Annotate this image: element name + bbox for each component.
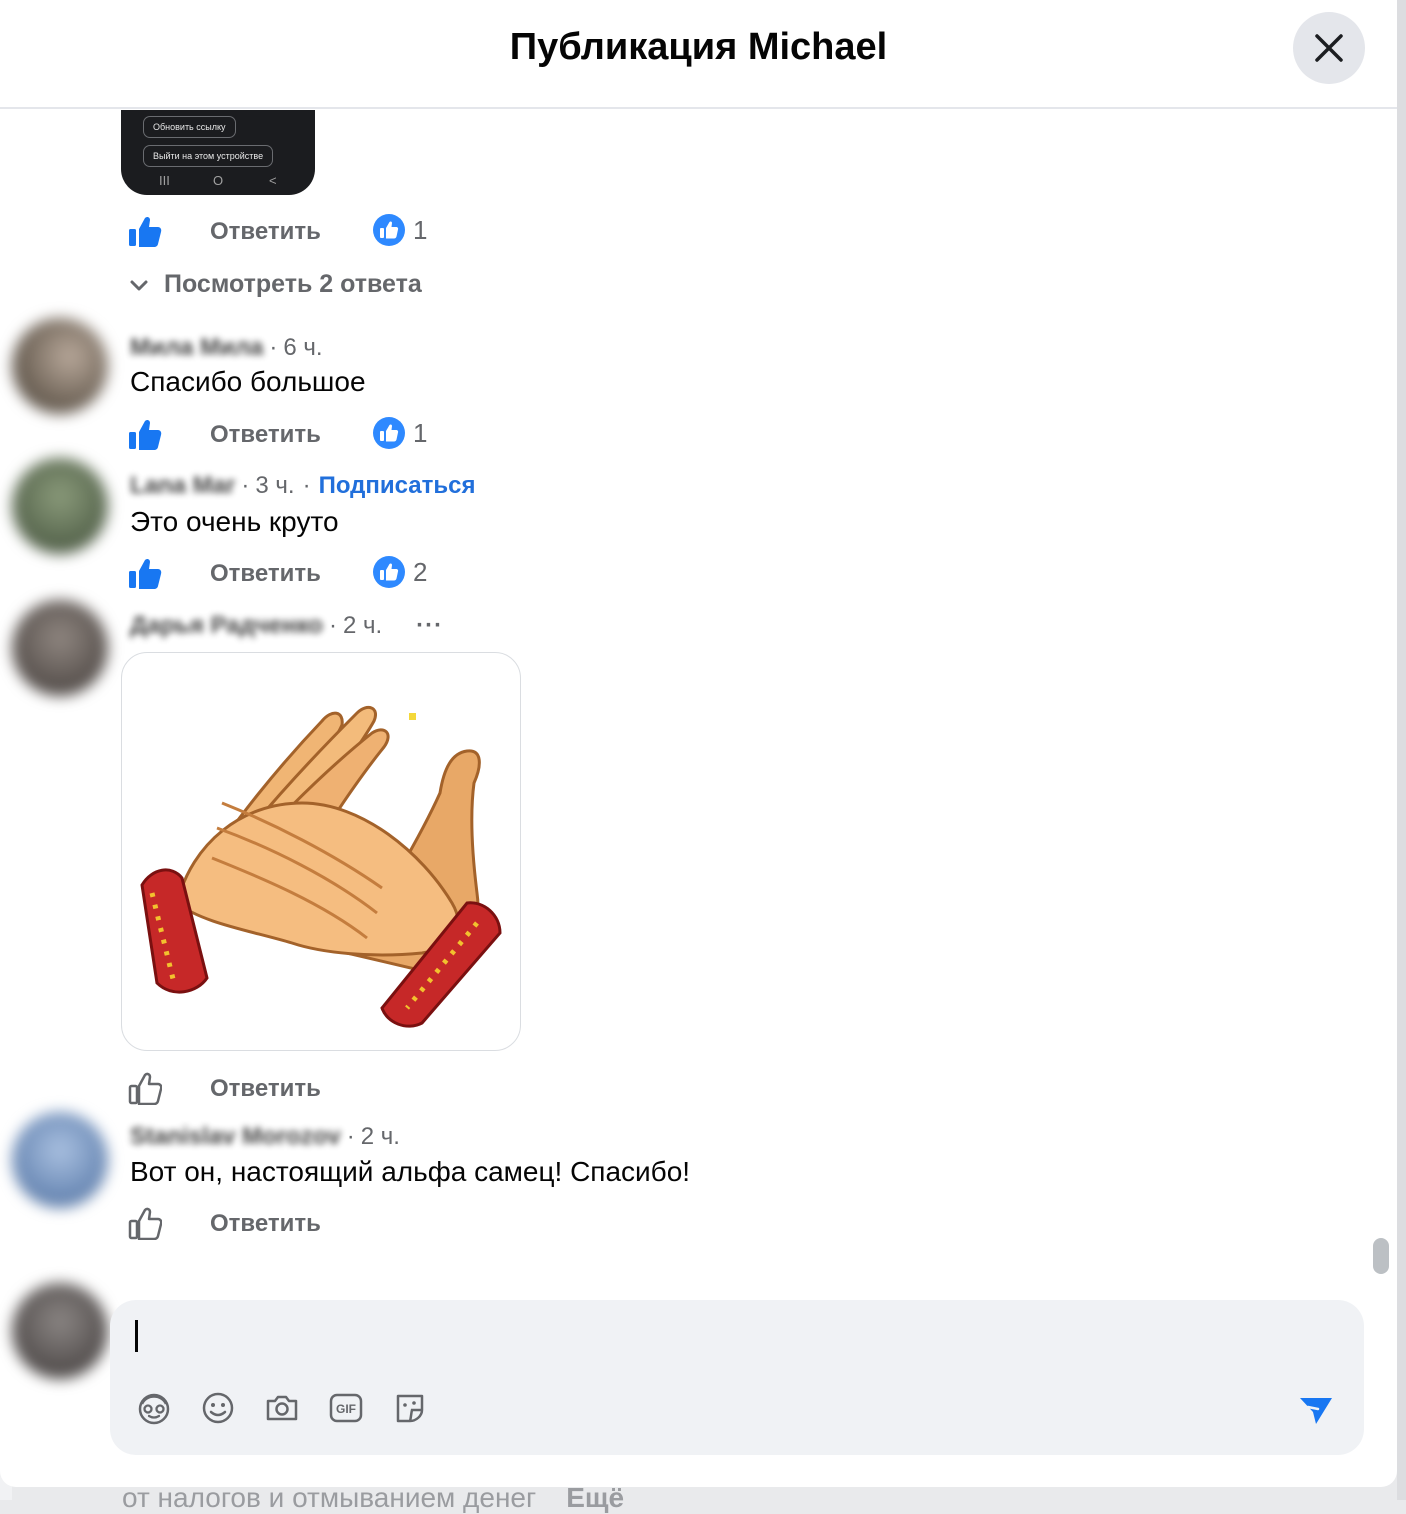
reply-button[interactable]: Ответить: [210, 1210, 321, 1238]
comment-input[interactable]: [140, 1318, 1244, 1356]
follow-link[interactable]: Подписаться: [319, 472, 476, 500]
comment-attached-screenshot[interactable]: Обновить ссылку Выйти на этом устройстве…: [121, 110, 315, 195]
comment-meta: Дарья Радченко · 2 ч. ···: [130, 612, 443, 640]
comment-meta: Stanislav Morozov · 2 ч.: [130, 1123, 400, 1151]
clapping-hands-icon: [140, 705, 502, 1028]
screenshot-button-refresh-link: Обновить ссылку: [143, 116, 236, 138]
current-user-avatar: [12, 1283, 108, 1379]
avatar-sticker-icon[interactable]: [134, 1388, 174, 1428]
like-badge-icon: [380, 424, 399, 442]
comment-author[interactable]: Дарья Радченко: [130, 612, 323, 640]
meta-separator: ·: [328, 612, 337, 639]
text-cursor: [135, 1320, 138, 1352]
comment-time[interactable]: 2 ч.: [361, 1123, 400, 1151]
comment-time[interactable]: 3 ч.: [255, 472, 294, 500]
send-icon[interactable]: [1296, 1390, 1336, 1430]
screenshot-nav-back: <: [269, 173, 277, 188]
reply-button[interactable]: Ответить: [210, 560, 321, 588]
like-filled-icon[interactable]: [128, 417, 162, 451]
sticker-clapping-hands[interactable]: [121, 652, 521, 1051]
reply-button[interactable]: Ответить: [210, 1075, 321, 1103]
meta-separator: ·: [346, 1123, 355, 1150]
reply-button[interactable]: Ответить: [210, 218, 321, 246]
screenshot-nav-recents: III: [159, 173, 170, 188]
reaction-count: 1: [413, 418, 428, 448]
comment-composer: GIF: [110, 1300, 1364, 1455]
comment-author[interactable]: Lana Mar: [130, 472, 235, 500]
comment-time[interactable]: 6 ч.: [283, 334, 322, 362]
camera-icon[interactable]: [262, 1388, 302, 1428]
like-outline-icon[interactable]: [128, 1206, 162, 1240]
like-filled-icon[interactable]: [128, 556, 162, 590]
comment-author[interactable]: Мила Мила: [130, 334, 263, 362]
close-icon: [1315, 34, 1343, 62]
screenshot-button-logout-device: Выйти на этом устройстве: [143, 145, 274, 167]
emoji-icon[interactable]: [198, 1388, 238, 1428]
reply-button[interactable]: Ответить: [210, 421, 321, 449]
meta-separator: ·: [241, 472, 250, 499]
comment-text: Вот он, настоящий альфа самец! Спасибо!: [130, 1156, 691, 1187]
avatar[interactable]: [12, 600, 108, 696]
like-badge-icon: [380, 563, 399, 581]
sticker-icon[interactable]: [390, 1388, 430, 1428]
comment-meta: Lana Mar · 3 ч. · Подписаться: [130, 472, 476, 500]
avatar[interactable]: [12, 318, 108, 414]
avatar[interactable]: [12, 1112, 108, 1208]
modal-title: Публикация Michael: [509, 26, 888, 68]
comment-author[interactable]: Stanislav Morozov: [130, 1123, 341, 1151]
view-replies-link[interactable]: Посмотреть 2 ответа: [128, 270, 422, 299]
modal-header: Публикация Michael: [0, 0, 1397, 109]
more-options-icon[interactable]: ···: [416, 612, 443, 640]
like-badge-icon: [380, 221, 399, 239]
like-filled-icon[interactable]: [128, 214, 162, 248]
scrollbar-thumb[interactable]: [1373, 1238, 1389, 1274]
meta-separator: ·: [269, 334, 278, 361]
reaction-count: 1: [413, 215, 428, 245]
like-reaction-badge[interactable]: [373, 417, 405, 449]
comment-meta: Мила Мила · 6 ч.: [130, 334, 323, 362]
comment-time[interactable]: 2 ч.: [343, 612, 382, 640]
background-feed-right: [1397, 0, 1406, 1500]
svg-text:GIF: GIF: [336, 1402, 356, 1416]
like-reaction-badge[interactable]: [373, 214, 405, 246]
view-replies-label: Посмотреть 2 ответа: [164, 270, 422, 298]
meta-separator: ·: [302, 472, 311, 499]
like-reaction-badge[interactable]: [373, 556, 405, 588]
reaction-count: 2: [413, 557, 428, 587]
gif-icon[interactable]: GIF: [326, 1388, 366, 1428]
screenshot-nav-home: O: [213, 173, 224, 188]
avatar[interactable]: [12, 458, 108, 554]
like-outline-icon[interactable]: [128, 1071, 162, 1105]
comment-text: Это очень круто: [130, 506, 339, 537]
chevron-down-icon: [130, 280, 148, 290]
comment-text: Спасибо большое: [130, 366, 366, 397]
post-modal: Публикация Michael Обновить ссылку Выйти…: [0, 0, 1397, 1487]
close-button[interactable]: [1293, 12, 1365, 84]
